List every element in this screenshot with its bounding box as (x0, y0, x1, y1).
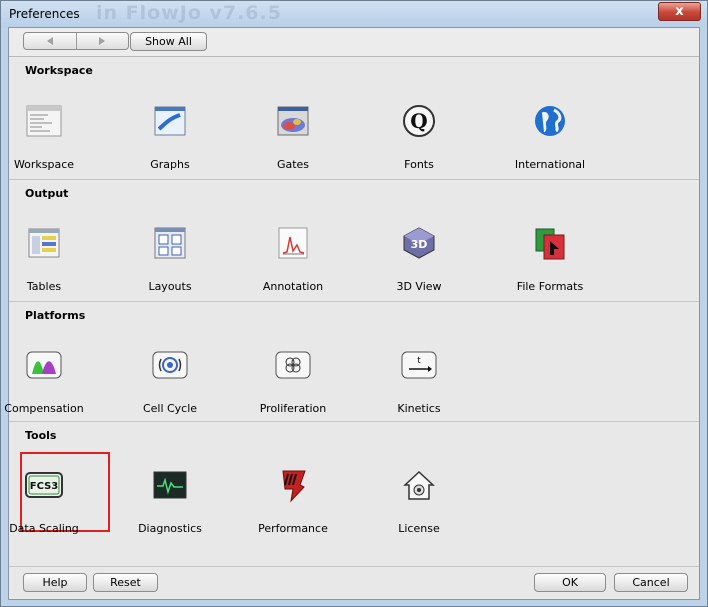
performance-icon (282, 470, 306, 503)
pref-item-cell-cycle[interactable]: Cell Cycle (120, 335, 220, 425)
close-button[interactable]: x (658, 2, 701, 21)
compensation-icon (26, 351, 62, 379)
ok-button[interactable]: OK (534, 573, 606, 592)
dialog-footer: Help Reset OK Cancel (9, 566, 699, 599)
pref-item-data-scaling[interactable]: FCS3 Data Scaling (0, 455, 94, 545)
title-bar[interactable]: in FlowJo v7.6.5 Preferences x (1, 1, 707, 27)
forward-arrow-icon (99, 37, 106, 45)
pref-item-label: License (398, 522, 440, 535)
pref-item-gates[interactable]: Gates (243, 91, 343, 181)
pref-item-label: International (514, 158, 586, 171)
pref-item-proliferation[interactable]: Proliferation (243, 335, 343, 425)
fcs3-icon-text: FCS3 (30, 481, 59, 492)
pref-item-label: Fonts (404, 158, 434, 171)
section-platforms: Platforms Compensation Cell Cycle Prolif… (4, 302, 699, 425)
graphs-icon (154, 106, 186, 136)
pref-item-graphs[interactable]: Graphs (120, 91, 220, 181)
pref-item-label: File Formats (516, 280, 584, 293)
license-icon (403, 470, 435, 500)
layouts-icon (154, 227, 186, 259)
pref-item-label: Cell Cycle (142, 402, 198, 415)
back-arrow-icon (46, 37, 53, 45)
cell-cycle-icon (152, 351, 188, 379)
pref-item-fonts[interactable]: Q Fonts (369, 91, 469, 181)
pref-item-label: 3D View (396, 280, 442, 293)
pref-item-label: Compensation (4, 402, 84, 415)
navigation-buttons (23, 32, 129, 50)
proliferation-icon (275, 351, 311, 379)
pref-item-label: Annotation (262, 280, 324, 293)
background-window-title: in FlowJo v7.6.5 (96, 2, 282, 24)
preferences-window: in FlowJo v7.6.5 Preferences x Show All … (0, 0, 708, 607)
file-formats-icon (535, 228, 565, 260)
svg-text:3D: 3D (411, 238, 428, 251)
section-header: Platforms (25, 309, 86, 322)
back-button[interactable] (24, 33, 76, 49)
section-header: Workspace (25, 64, 93, 77)
tables-icon (28, 228, 60, 258)
pref-item-compensation[interactable]: Compensation (0, 335, 94, 425)
gates-icon (277, 106, 309, 136)
preferences-panel: Show All Workspace Workspace Graphs Gate… (4, 27, 700, 600)
pref-item-3d-view[interactable]: 3D 3D View (369, 213, 469, 303)
pref-item-kinetics[interactable]: t Kinetics (369, 335, 469, 425)
pref-item-label: Kinetics (397, 402, 441, 415)
pref-item-performance[interactable]: Performance (243, 455, 343, 545)
pref-item-file-formats[interactable]: File Formats (500, 213, 600, 303)
fcs3-icon: FCS3 (25, 472, 63, 498)
annotation-icon (278, 227, 308, 259)
pref-item-workspace[interactable]: Workspace (0, 91, 94, 181)
section-workspace: Workspace Workspace Graphs Gates Q Fonts… (9, 57, 699, 180)
diagnostics-icon (153, 471, 187, 499)
pref-item-label: Performance (258, 522, 328, 535)
fonts-icon: Q (403, 105, 435, 137)
section-tools: Tools FCS3 Data Scaling Diagnostics Perf… (9, 422, 699, 567)
pref-item-label: Diagnostics (138, 522, 202, 535)
pref-item-diagnostics[interactable]: Diagnostics (120, 455, 220, 545)
reset-button[interactable]: Reset (93, 573, 158, 592)
svg-text:t: t (417, 356, 421, 366)
show-all-button[interactable]: Show All (130, 32, 207, 51)
help-button[interactable]: Help (23, 573, 87, 592)
pref-item-license[interactable]: License (369, 455, 469, 545)
preference-sections: Workspace Workspace Graphs Gates Q Fonts… (4, 57, 699, 567)
svg-text:Q: Q (410, 109, 427, 133)
pref-item-annotation[interactable]: Annotation (243, 213, 343, 303)
kinetics-icon: t (401, 351, 437, 379)
globe-icon (535, 106, 565, 136)
pref-item-label: Proliferation (259, 402, 327, 415)
3d-view-icon: 3D (403, 227, 435, 259)
window-title: Preferences (9, 7, 80, 21)
pref-item-tables[interactable]: Tables (0, 213, 94, 303)
section-header: Output (25, 187, 69, 200)
pref-item-label: Tables (26, 280, 62, 293)
pref-item-international[interactable]: International (500, 91, 600, 181)
cancel-button[interactable]: Cancel (614, 573, 688, 592)
pref-item-label: Graphs (150, 158, 190, 171)
forward-button[interactable] (75, 33, 129, 49)
pref-item-label: Data Scaling (9, 522, 79, 535)
pref-item-label: Gates (276, 158, 310, 171)
pref-item-label: Workspace (13, 158, 75, 171)
pref-item-layouts[interactable]: Layouts (120, 213, 220, 303)
toolbar: Show All (9, 28, 699, 57)
section-output: Output Tables Layouts Annotation 3D 3D V… (9, 180, 699, 302)
workspace-icon (26, 105, 62, 137)
section-header: Tools (25, 429, 57, 442)
pref-item-label: Layouts (148, 280, 192, 293)
